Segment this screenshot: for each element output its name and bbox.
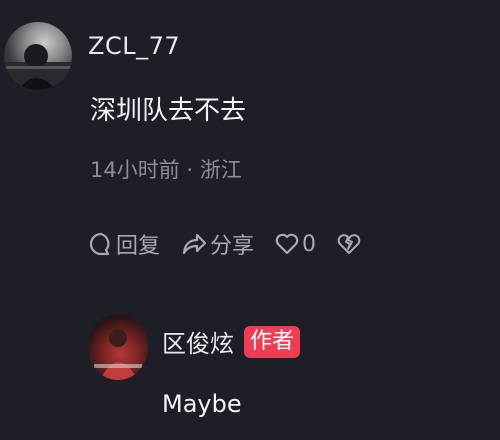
user-photo-icon [4,44,72,90]
comment-username[interactable]: ZCL_77 [88,32,180,60]
like-button[interactable]: 0 [274,231,316,257]
reply-avatar[interactable] [88,314,148,380]
comment-thread: ZCL_77 深圳队去不去 14小时前 · 浙江 回复 分享 0 区俊炫 作者 … [0,0,500,440]
chat-bubble-icon [89,232,110,256]
author-badge: 作者 [244,325,301,358]
broken-heart-icon [337,234,361,254]
comment-meta: 14小时前 · 浙江 [90,158,242,182]
reply-header: 区俊炫 作者 [162,324,301,359]
share-arrow-icon [182,233,207,255]
user-photo-icon [94,329,142,380]
reply-button[interactable]: 回复 [88,228,160,260]
comment-actions: 回复 分享 0 [88,228,382,260]
share-button[interactable]: 分享 [180,228,254,260]
heart-icon [275,233,299,255]
comment-text: 深圳队去不去 [90,96,247,126]
reply-label: 回复 [116,234,161,259]
reply-text: Maybe [162,390,242,418]
avatar[interactable] [4,22,72,90]
dislike-button[interactable] [336,231,362,257]
like-count: 0 [302,231,317,257]
share-label: 分享 [210,234,255,259]
reply-username[interactable]: 区俊炫 [162,324,234,359]
